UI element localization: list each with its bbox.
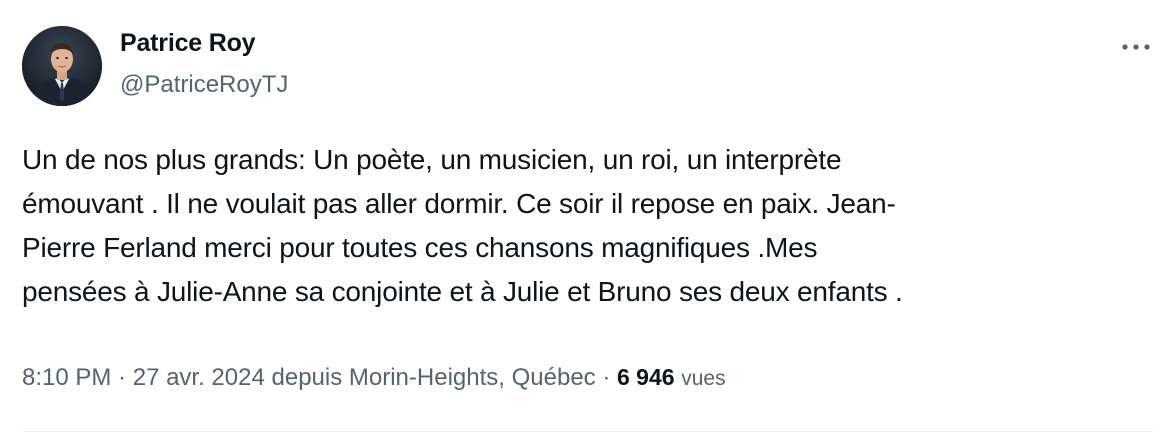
views-count: 6 946 bbox=[617, 364, 675, 390]
tweet-text: Un de nos plus grands: Un poète, un musi… bbox=[22, 138, 1152, 314]
divider bbox=[22, 431, 1154, 432]
tweet-time[interactable]: 8:10 PM bbox=[22, 364, 111, 391]
tweet-text-line: Un de nos plus grands: Un poète, un musi… bbox=[22, 144, 842, 175]
views-label: vues bbox=[681, 367, 726, 390]
tweet-card: Patrice Roy @PatriceRoyTJ Un de nos plus… bbox=[0, 0, 1176, 434]
tweet-meta: 8:10 PM · 27 avr. 2024 depuis Morin-Heig… bbox=[22, 364, 726, 392]
meta-separator: · bbox=[595, 364, 617, 391]
tweet-text-line: pensées à Julie-Anne sa conjointe et à J… bbox=[22, 276, 903, 307]
avatar-image bbox=[22, 26, 102, 106]
author-display-name[interactable]: Patrice Roy bbox=[120, 29, 256, 58]
tweet-date[interactable]: 27 avr. 2024 bbox=[133, 364, 265, 391]
more-options-button[interactable] bbox=[1118, 34, 1154, 60]
more-horizontal-icon bbox=[1122, 44, 1150, 50]
tweet-location: depuis Morin-Heights, Québec bbox=[264, 364, 596, 391]
tweet-text-line: émouvant . Il ne voulait pas aller dormi… bbox=[22, 188, 896, 219]
author-handle[interactable]: @PatriceRoyTJ bbox=[120, 71, 288, 99]
tweet-text-line: Pierre Ferland merci pour toutes ces cha… bbox=[22, 232, 818, 263]
avatar[interactable] bbox=[22, 26, 102, 106]
meta-separator: · bbox=[111, 364, 133, 391]
